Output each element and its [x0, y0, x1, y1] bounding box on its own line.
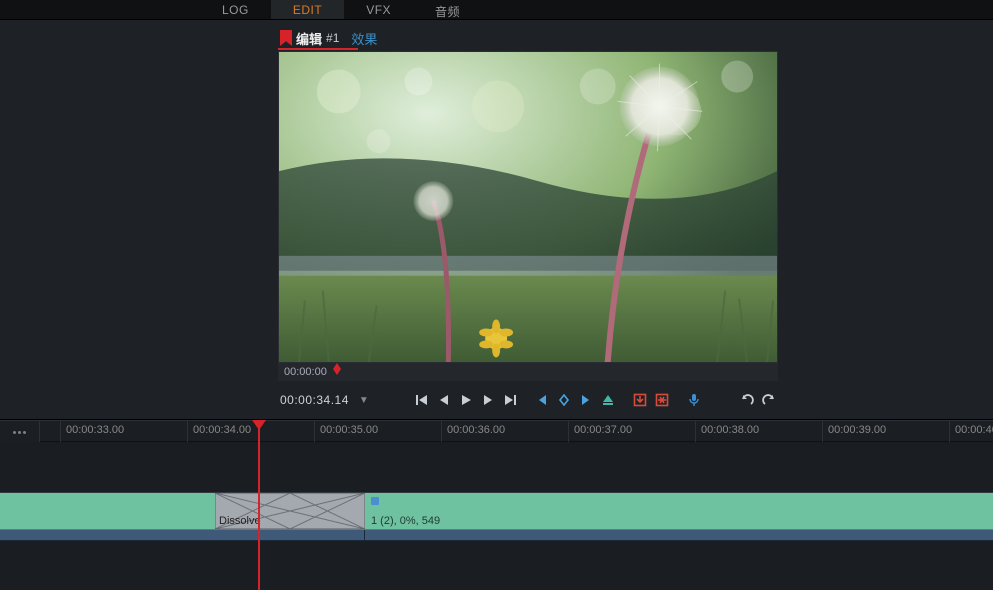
go-last-button[interactable] — [501, 391, 519, 409]
mic-button[interactable] — [685, 391, 703, 409]
bookmark-icon — [280, 30, 292, 46]
undo-button[interactable] — [738, 391, 756, 409]
ruler-tick: 00:00:34.00 — [193, 424, 251, 436]
timeline-tracks: Dissolve 1 (2), 0%, 549 — [0, 442, 993, 569]
viewer-tab-num: #1 — [326, 31, 339, 45]
transport-bar: 00:00:34.14 ▼ — [278, 387, 778, 413]
scrub-bar[interactable]: 00:00:00 — [278, 363, 778, 381]
mark-in-button[interactable] — [533, 391, 551, 409]
clip-b[interactable]: 1 (2), 0%, 549 — [365, 493, 993, 529]
mark-clear-button[interactable] — [555, 391, 573, 409]
redo-button[interactable] — [760, 391, 778, 409]
viewer-area: 编辑 #1 效果 — [0, 20, 993, 420]
program-monitor[interactable] — [278, 51, 778, 363]
timeline-ruler[interactable]: 00:00:33.00 00:00:34.00 00:00:35.00 00:00:3… — [0, 420, 993, 442]
ruler-tick: 00:00:36.00 — [447, 424, 505, 436]
tab-vfx[interactable]: VFX — [344, 0, 413, 19]
timeline-options-button[interactable] — [0, 421, 40, 443]
timeline: 00:00:33.00 00:00:34.00 00:00:35.00 00:00:3… — [0, 420, 993, 569]
audio-track[interactable] — [0, 529, 993, 541]
ruler-tick: 00:00:33.00 — [66, 424, 124, 436]
tab-log[interactable]: LOG — [200, 0, 271, 19]
mark-out-button[interactable] — [577, 391, 595, 409]
dissolve-label: Dissolve — [219, 515, 261, 527]
scrub-timecode: 00:00:00 — [284, 366, 327, 378]
viewer-tab-underline — [278, 48, 358, 50]
overwrite-button[interactable] — [631, 391, 649, 409]
ruler-tick: 00:00:40. — [955, 424, 993, 436]
viewer-tab-edit[interactable]: 编辑 — [296, 29, 322, 48]
dissolve-transition[interactable]: Dissolve — [215, 493, 365, 529]
ruler-tick: 00:00:38.00 — [701, 424, 759, 436]
viewer-tab-fx[interactable]: 效果 — [351, 29, 377, 48]
go-first-button[interactable] — [413, 391, 431, 409]
viewer-tabs: 编辑 #1 效果 — [278, 28, 778, 48]
mark-up-button[interactable] — [599, 391, 617, 409]
clip-marker-icon — [371, 497, 379, 505]
step-forward-button[interactable] — [479, 391, 497, 409]
clip-b-label: 1 (2), 0%, 549 — [371, 515, 440, 527]
tab-audio[interactable]: 音频 — [413, 0, 482, 19]
video-track[interactable]: Dissolve 1 (2), 0%, 549 — [0, 492, 993, 528]
transport-timecode[interactable]: 00:00:34.14 — [280, 393, 349, 407]
insert-button[interactable] — [653, 391, 671, 409]
timecode-dropdown[interactable]: ▼ — [359, 395, 369, 406]
ruler-tick: 00:00:39.00 — [828, 424, 886, 436]
more-icon — [13, 431, 27, 434]
workspace-tabs: LOG EDIT VFX 音频 — [0, 0, 993, 20]
play-button[interactable] — [457, 391, 475, 409]
step-back-button[interactable] — [435, 391, 453, 409]
ruler-tick: 00:00:35.00 — [320, 424, 378, 436]
tab-edit[interactable]: EDIT — [271, 0, 344, 19]
scrub-marker[interactable] — [330, 366, 340, 378]
ruler-tick: 00:00:37.00 — [574, 424, 632, 436]
